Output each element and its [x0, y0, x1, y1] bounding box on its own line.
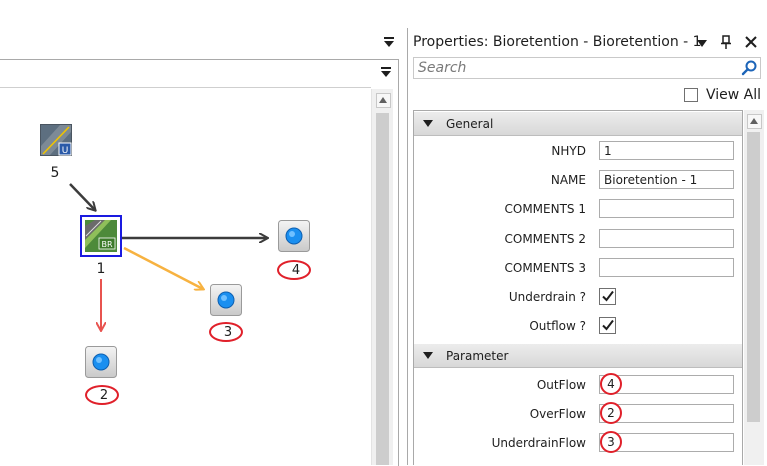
urban-badge: U	[62, 146, 69, 156]
property-grid: General NHYD NAME COMMENTS 1 COMMENTS 2 …	[413, 110, 743, 465]
scroll-up-arrow-icon[interactable]	[747, 114, 762, 129]
annotation-ellipse-3: 3	[209, 322, 243, 342]
underdrainflow-value-annotation: 3	[600, 431, 622, 453]
scroll-thumb[interactable]	[747, 132, 760, 422]
comments-1-field[interactable]	[599, 199, 734, 218]
node-label-4: 4	[291, 263, 301, 278]
property-row-underdrainflow: UnderdrainFlow 3	[414, 429, 742, 458]
nhyd-field[interactable]	[599, 141, 734, 160]
node-label-1: 1	[96, 261, 106, 277]
property-row-underdrain: Underdrain ?	[414, 283, 742, 312]
property-row-comments-2: COMMENTS 2	[414, 225, 742, 254]
checkmark-icon	[602, 290, 614, 302]
schematic-canvas[interactable]: U 5 BR 1 4 3 2	[0, 87, 371, 466]
comments-2-field[interactable]	[599, 229, 734, 248]
properties-panel-title: Properties: Bioretention - Bioretention …	[413, 34, 702, 50]
bioretention-badge: BR	[101, 240, 112, 249]
checkmark-icon	[602, 319, 614, 331]
flow-arrow-5-to-1[interactable]	[69, 183, 95, 210]
underdrain-checkbox[interactable]	[599, 288, 616, 305]
property-row-comments-1: COMMENTS 1	[414, 195, 742, 224]
section-general-label: General	[446, 117, 494, 131]
property-label: COMMENTS 3	[504, 261, 587, 275]
search-input[interactable]	[415, 59, 737, 77]
section-general[interactable]: General	[414, 112, 742, 136]
outlet-node-3-icon[interactable]	[210, 284, 242, 316]
bioretention-node-selection[interactable]: BR	[80, 215, 122, 257]
comments-3-field[interactable]	[599, 258, 734, 277]
search-box[interactable]	[413, 57, 761, 79]
collapse-arrow-icon[interactable]	[423, 120, 433, 127]
property-row-nhyd: NHYD	[414, 137, 742, 166]
close-icon[interactable]	[744, 35, 758, 49]
urban-node-icon[interactable]: U	[40, 124, 72, 156]
menu-dropdown-icon[interactable]	[383, 36, 395, 48]
properties-vertical-scrollbar[interactable]	[744, 110, 764, 465]
property-row-name: NAME	[414, 166, 742, 195]
node-label-2: 2	[99, 388, 109, 403]
overflow-arrow-1-to-3[interactable]	[123, 246, 203, 289]
outflow-value-annotation: 4	[600, 373, 622, 395]
node-label-3: 3	[223, 325, 233, 340]
outlet-node-2-icon[interactable]	[85, 346, 117, 378]
property-label: NAME	[550, 173, 586, 187]
bioretention-node-icon[interactable]: BR	[85, 220, 117, 252]
property-row-overflow: OverFlow 2	[414, 400, 742, 429]
outlet-node-4-icon[interactable]	[278, 220, 310, 252]
node-label-5: 5	[50, 165, 60, 181]
overflow-value-annotation: 2	[600, 402, 622, 424]
panel-options-dropdown-icon[interactable]	[696, 38, 708, 48]
scroll-thumb[interactable]	[376, 113, 389, 465]
annotation-ellipse-2: 2	[85, 385, 119, 405]
annotation-ellipse-4: 4	[277, 260, 311, 280]
property-row-outflow-param: OutFlow 4	[414, 371, 742, 400]
property-label: NHYD	[551, 144, 586, 158]
property-label: OverFlow	[529, 407, 586, 421]
collapse-arrow-icon[interactable]	[423, 352, 433, 359]
section-parameter[interactable]: Parameter	[414, 344, 742, 368]
section-parameter-label: Parameter	[446, 349, 509, 363]
outflow-checkbox[interactable]	[599, 317, 616, 334]
property-label: COMMENTS 1	[504, 202, 587, 216]
scroll-up-arrow-icon[interactable]	[376, 93, 391, 108]
property-label: UnderdrainFlow	[491, 436, 586, 450]
view-all-label: View All	[706, 87, 762, 103]
name-field[interactable]	[599, 170, 734, 189]
property-label: Underdrain ?	[508, 290, 586, 304]
property-label: OutFlow	[536, 378, 586, 392]
panel-dropdown-icon[interactable]	[380, 66, 392, 78]
pin-icon[interactable]	[720, 35, 732, 50]
properties-panel: Properties: Bioretention - Bioretention …	[407, 28, 767, 465]
property-label: Outflow ?	[529, 319, 586, 333]
canvas-vertical-scrollbar[interactable]	[371, 89, 393, 465]
view-all-checkbox[interactable]	[684, 88, 698, 102]
search-icon[interactable]	[741, 60, 757, 76]
property-row-comments-3: COMMENTS 3	[414, 254, 742, 283]
property-row-outflow: Outflow ?	[414, 312, 742, 341]
property-label: COMMENTS 2	[504, 232, 587, 246]
